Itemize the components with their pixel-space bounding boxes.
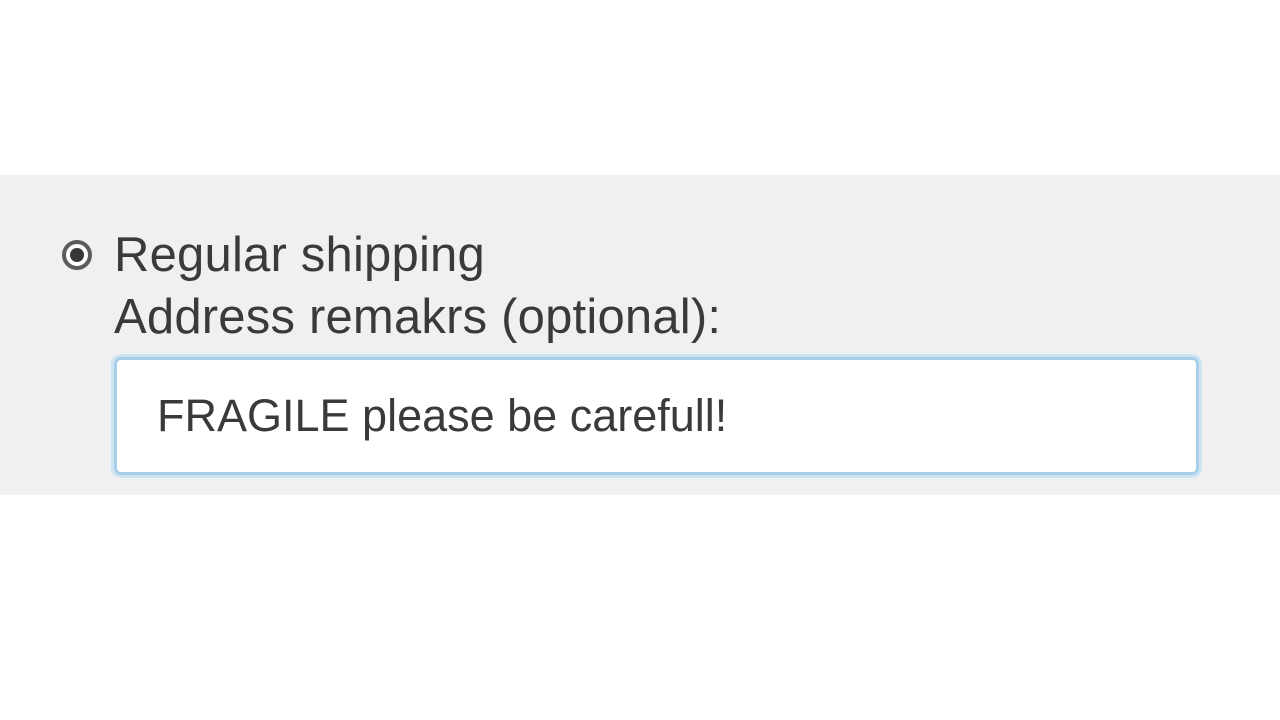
top-whitespace: [0, 0, 1280, 175]
address-remarks-label: Address remakrs (optional):: [114, 289, 1240, 345]
address-remarks-input[interactable]: [114, 357, 1199, 475]
radio-dot-icon: [70, 248, 84, 262]
shipping-option-row[interactable]: Regular shipping: [62, 227, 1240, 283]
shipping-form-panel: Regular shipping Address remakrs (option…: [0, 175, 1280, 495]
shipping-option-label: Regular shipping: [114, 227, 485, 283]
address-remarks-block: Address remakrs (optional):: [114, 289, 1240, 475]
radio-selected-icon[interactable]: [62, 240, 92, 270]
